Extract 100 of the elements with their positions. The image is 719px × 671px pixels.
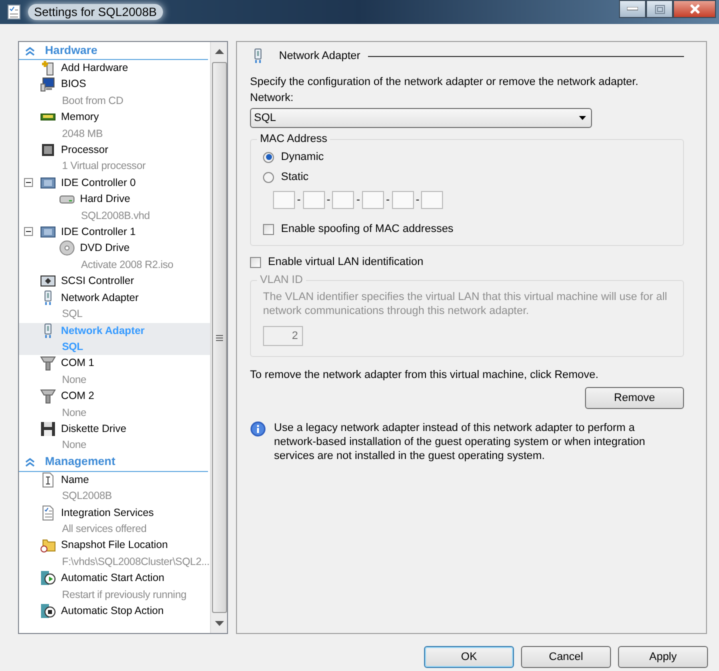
tree-item[interactable]: Hard Drive SQL2008B.vhd [19, 191, 210, 224]
radio-button[interactable] [263, 152, 274, 162]
item-detail: SQL [61, 340, 84, 355]
item-detail: Restart if previously running [61, 588, 186, 603]
item-detail: SQL2008B [61, 489, 112, 504]
checkbox-label: Enable spoofing of MAC addresses [281, 223, 454, 235]
caret-icon [579, 116, 586, 120]
item-detail: SQL [61, 307, 84, 322]
item-detail: All services offered [61, 522, 148, 537]
scroll-down-icon[interactable] [214, 621, 224, 627]
remove-instructions: To remove the network adapter from this virtual machine, click Remove. [250, 369, 600, 381]
item-label: Memory [61, 110, 100, 126]
tree-item[interactable]: Diskette Drive None [19, 420, 210, 454]
checkbox-label: Enable virtual LAN identification [268, 256, 424, 268]
tree-item[interactable]: Network Adapter SQL [19, 290, 210, 322]
tree-item[interactable]: BIOS Boot from CD [19, 76, 210, 110]
separator: - [416, 194, 420, 206]
stop-icon [40, 603, 56, 619]
checkbox[interactable] [250, 256, 261, 268]
info-icon [250, 421, 266, 437]
minimize-icon [627, 7, 638, 11]
item-label: IDE Controller 0 [61, 176, 136, 191]
item-detail: 2048 MB [61, 126, 103, 142]
item-label: Integration Services [61, 506, 154, 521]
tree-item[interactable]: COM 1 None [19, 355, 210, 388]
item-detail: None [61, 372, 88, 388]
network-dropdown[interactable]: SQL [250, 108, 592, 128]
scroll-thumb[interactable] [212, 62, 226, 613]
checklist-icon [6, 4, 22, 20]
dialog-button[interactable]: Cancel [521, 646, 611, 668]
folder-icon [40, 537, 56, 554]
chip-icon [40, 142, 56, 158]
item-label: Network Adapter [61, 324, 145, 338]
vlan-description: The VLAN identifier specifies the virtual LAN that this virtual machine will use for all network communications through this network adapter. [263, 290, 668, 318]
item-label: Name [61, 472, 90, 488]
item-label: IDE Controller 1 [61, 225, 136, 240]
section-heading: Hardware [45, 44, 98, 56]
item-label: Hard Drive [80, 192, 132, 208]
tree-item[interactable]: Name SQL2008B [19, 472, 210, 505]
tree-item[interactable]: DVD Drive Activate 2008 R2.iso [19, 240, 210, 274]
checkbox[interactable] [263, 224, 274, 234]
tree-item[interactable]: Add Hardware [19, 60, 210, 76]
separator: - [326, 194, 330, 206]
info-text: Use a legacy network adapter instead of this network adapter to perform a network-based installation of the guest operating system or when integration services are not installed in the guest operating system. [274, 421, 646, 463]
tree-item[interactable]: Memory 2048 MB [19, 109, 210, 142]
separator: - [386, 194, 390, 206]
item-label: Automatic Stop Action [61, 604, 164, 619]
item-label: Network Adapter [61, 290, 139, 306]
tree-item[interactable]: SCSI Controller [19, 273, 210, 290]
radio-label: Static [281, 171, 309, 183]
item-detail: None [61, 438, 88, 454]
item-label: COM 2 [61, 389, 94, 404]
item-detail: None [61, 406, 88, 421]
checklist-icon [40, 504, 56, 521]
dialog-button[interactable]: Apply [618, 646, 708, 668]
section-heading: Management [45, 456, 116, 468]
tree-item[interactable]: Automatic Stop Action [19, 603, 210, 620]
tree-item[interactable]: Snapshot File Location F:\vhds\SQL2008Cluster\SQL2... [19, 537, 210, 570]
collapse-icon[interactable] [24, 227, 33, 236]
radio-label: Dynamic [281, 151, 324, 163]
item-detail: Boot from CD [61, 94, 124, 109]
disc-icon [59, 240, 75, 256]
tree-item[interactable]: IDE Controller 0 [19, 174, 210, 192]
group-title: MAC Address [259, 133, 328, 145]
maximize-button[interactable] [646, 0, 673, 18]
group-title: VLAN ID [259, 274, 304, 286]
window-title: Settings for SQL2008B [28, 4, 163, 20]
scrollbar[interactable] [210, 42, 227, 633]
panel-title: Network Adapter [279, 50, 360, 62]
play-icon [40, 570, 56, 586]
item-label: Snapshot File Location [61, 538, 169, 554]
text-cursor-icon [40, 472, 56, 488]
monitor-icon [40, 76, 56, 92]
item-label: Add Hardware [61, 61, 128, 76]
collapse-icon[interactable] [24, 178, 33, 187]
separator: - [297, 194, 301, 206]
tree-item[interactable]: Processor 1 Virtual processor [19, 142, 210, 175]
tree-item[interactable]: IDE Controller 1 [19, 224, 210, 240]
minimize-button[interactable] [619, 0, 646, 18]
item-detail: 1 Virtual processor [61, 159, 146, 174]
item-detail: Activate 2008 R2.iso [80, 258, 174, 273]
separator: - [356, 194, 360, 206]
tree-item[interactable]: Automatic Start Action Restart if previously running [19, 570, 210, 603]
radio-button[interactable] [263, 172, 274, 182]
field-label: Network: [250, 92, 294, 104]
dialog-button[interactable]: OK [424, 646, 514, 668]
serial-port-icon [40, 388, 56, 404]
close-button[interactable] [673, 0, 716, 18]
item-label: Diskette Drive [61, 422, 126, 437]
plus-card-icon [40, 60, 56, 76]
item-detail: F:\vhds\SQL2008Cluster\SQL2... [61, 554, 210, 570]
tree-item[interactable]: Integration Services All services offered [19, 504, 210, 538]
item-label: SCSI Controller [61, 274, 134, 290]
panel-description: Specify the configuration of the network adapter or remove the network adapter. [250, 76, 640, 88]
item-label: Automatic Start Action [61, 571, 166, 586]
controller-card-icon [40, 224, 56, 240]
maximize-icon [654, 4, 664, 14]
scroll-up-icon[interactable] [214, 48, 224, 54]
tree-item[interactable]: COM 2 None [19, 388, 210, 421]
remove-button[interactable]: Remove [585, 387, 684, 409]
